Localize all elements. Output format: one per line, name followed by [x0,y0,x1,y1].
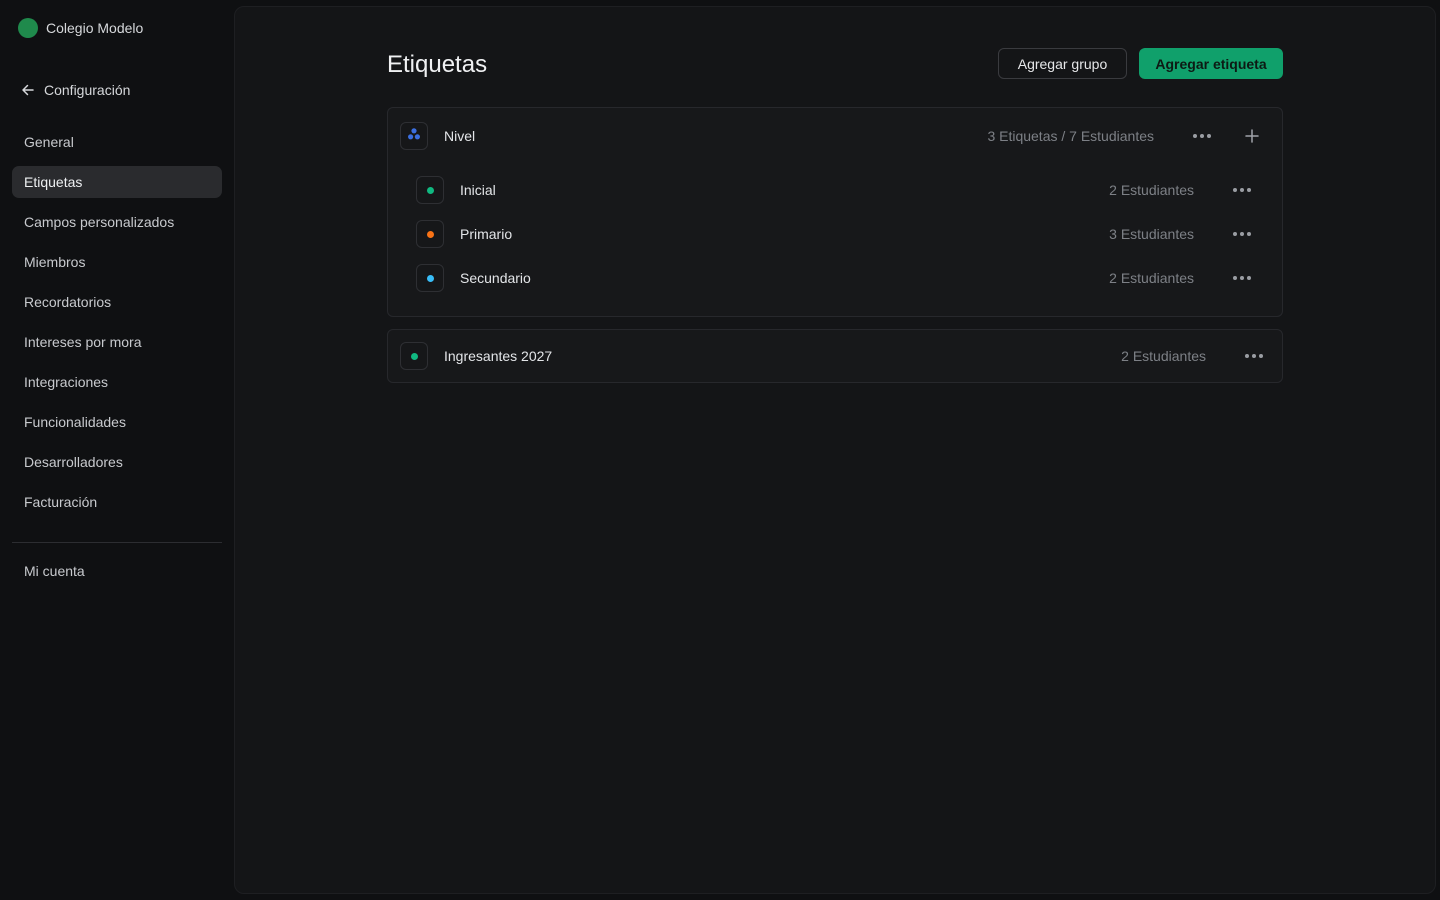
sidebar: Colegio Modelo Configuración General Eti… [0,0,234,900]
group-more-button[interactable] [1190,124,1214,148]
tag-name: Primario [460,226,513,242]
sidebar-item-integraciones[interactable]: Integraciones [12,366,222,398]
more-dot [1233,276,1237,280]
tag-row[interactable]: Primario 3 Estudiantes [388,212,1282,256]
tag-more-button[interactable] [1230,266,1254,290]
tag-more-button[interactable] [1242,344,1266,368]
tag-count: 3 Estudiantes [1109,226,1194,242]
sidebar-item-recordatorios[interactable]: Recordatorios [12,286,222,318]
tag-row[interactable]: Inicial 2 Estudiantes [388,168,1282,212]
org-name: Colegio Modelo [46,20,144,36]
more-dot [1259,354,1263,358]
sidebar-item-campos-personalizados[interactable]: Campos personalizados [12,206,222,238]
settings-nav: General Etiquetas Campos personalizados … [12,126,222,526]
tag-name: Inicial [460,182,496,198]
org-avatar [18,18,38,38]
tag-name: Ingresantes 2027 [444,348,553,364]
tag-count: 2 Estudiantes [1109,270,1194,286]
add-tag-button[interactable]: Agregar etiqueta [1139,48,1283,79]
group-icon [407,127,421,146]
more-dot [1247,232,1251,236]
sidebar-item-funcionalidades[interactable]: Funcionalidades [12,406,222,438]
tag-dot [426,274,434,282]
sidebar-item-general[interactable]: General [12,126,222,158]
more-dot [1240,276,1244,280]
page-title: Etiquetas [387,51,488,78]
tag-dot [410,352,418,360]
tag-name: Secundario [460,270,531,286]
more-dot [1200,134,1204,138]
sidebar-item-facturacion[interactable]: Facturación [12,486,222,518]
tag-color-swatch [416,220,444,248]
tag-color-swatch [400,342,428,370]
more-dot [1240,232,1244,236]
tag-dot [426,230,434,238]
add-tag-to-group-button[interactable] [1240,124,1264,148]
group-summary: 3 Etiquetas / 7 Estudiantes [987,128,1154,144]
tag-count: 2 Estudiantes [1109,182,1194,198]
more-dot [1247,188,1251,192]
app-root: Colegio Modelo Configuración General Eti… [0,0,1440,900]
group-name: Nivel [444,128,476,144]
tag-row[interactable]: Ingresantes 2027 2 Estudiantes [388,334,1282,378]
group-header: Nivel 3 Etiquetas / 7 Estudiantes [388,114,1282,158]
sidebar-item-etiquetas[interactable]: Etiquetas [12,166,222,198]
tag-card[interactable]: Ingresantes 2027 2 Estudiantes [387,329,1283,383]
more-dot [1193,134,1197,138]
tag-dot [426,186,434,194]
more-dot [1207,134,1211,138]
tag-count: 2 Estudiantes [1121,348,1206,364]
tag-row[interactable]: Secundario 2 Estudiantes [388,256,1282,300]
sidebar-item-mi-cuenta[interactable]: Mi cuenta [12,555,222,587]
org-switcher[interactable]: Colegio Modelo [18,18,143,38]
sidebar-divider [12,542,222,543]
more-dot [1240,188,1244,192]
more-dot [1245,354,1249,358]
more-dot [1252,354,1256,358]
plus-icon [1245,129,1259,143]
sidebar-item-miembros[interactable]: Miembros [12,246,222,278]
arrow-left-icon [21,83,35,97]
sidebar-item-intereses-por-mora[interactable]: Intereses por mora [12,326,222,358]
main-panel: Etiquetas Agregar grupo Agregar etiqueta… [234,6,1436,894]
add-group-button[interactable]: Agregar grupo [998,48,1127,79]
more-dot [1247,276,1251,280]
more-dot [1233,188,1237,192]
more-dot [1233,232,1237,236]
sidebar-item-desarrolladores[interactable]: Desarrolladores [12,446,222,478]
tag-color-swatch [416,176,444,204]
tag-more-button[interactable] [1230,178,1254,202]
back-to-settings-link[interactable]: Configuración [21,80,130,100]
back-label: Configuración [44,82,131,98]
tag-group-card: Nivel 3 Etiquetas / 7 Estudiantes Inicia… [387,107,1283,317]
tag-color-swatch [416,264,444,292]
group-icon-box [400,122,428,150]
tag-more-button[interactable] [1230,222,1254,246]
